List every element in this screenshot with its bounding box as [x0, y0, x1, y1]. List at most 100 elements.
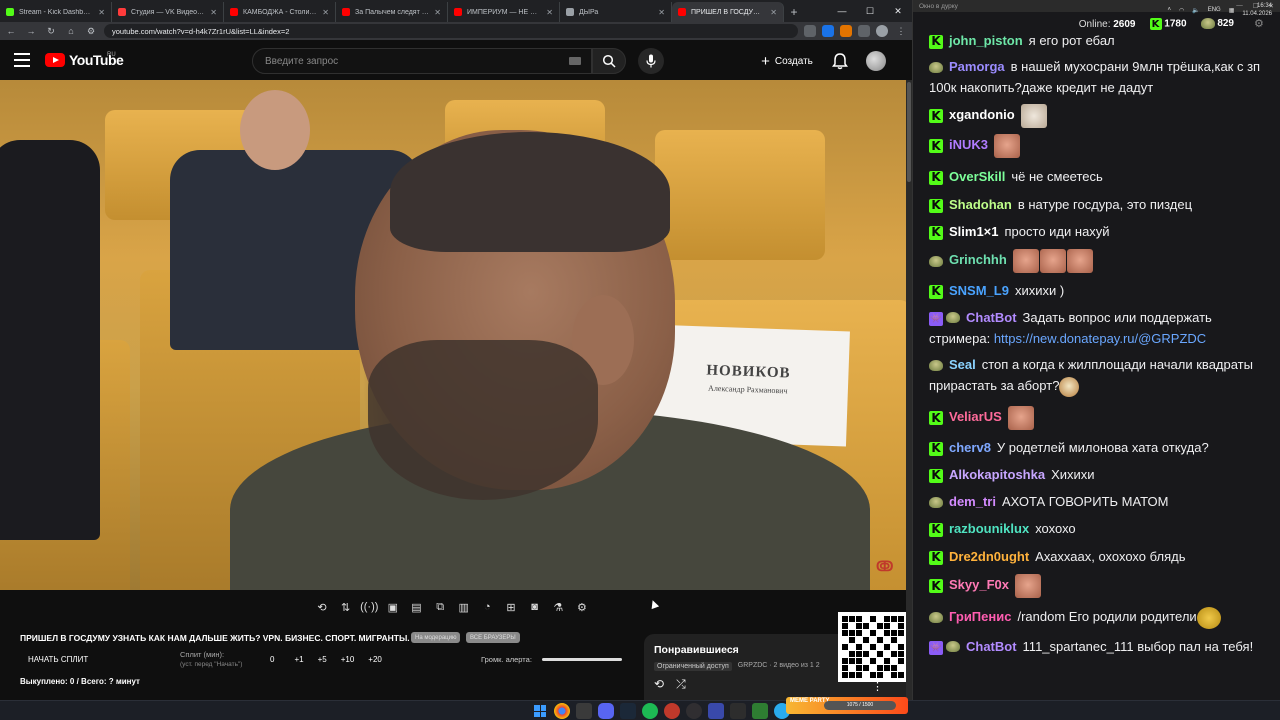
chat-username[interactable]: ГриПенис — [949, 609, 1011, 624]
site-info-icon[interactable]: ⚙ — [84, 24, 98, 38]
close-icon[interactable]: ✕ — [210, 8, 217, 17]
browser-menu-icon[interactable]: ⋮ — [894, 24, 908, 38]
reload-icon[interactable]: ↻ — [44, 24, 58, 38]
maximize-icon[interactable]: ☐ — [856, 0, 884, 22]
chat-username[interactable]: Pamorga — [949, 59, 1005, 74]
extension-icon[interactable] — [858, 25, 870, 37]
search-input[interactable]: Введите запрос — [252, 48, 592, 74]
split-option[interactable]: 0 — [270, 655, 274, 664]
browser-tab[interactable]: ИМПЕРИУМ — НЕ РОССИЯ✕ — [448, 2, 560, 22]
speed-gauge-icon[interactable]: ◔ — [479, 599, 495, 615]
shuffle-icon[interactable]: ⤮ — [676, 677, 686, 692]
terminal-icon[interactable] — [730, 703, 746, 719]
new-tab-button[interactable]: + — [784, 2, 804, 22]
chrome-icon[interactable] — [554, 703, 570, 719]
video-player[interactable]: НОВИКОВ Александр Рахманович ↂ — [0, 80, 906, 590]
split-option[interactable]: +1 — [294, 655, 303, 664]
close-window-icon[interactable]: ✕ — [884, 0, 912, 22]
extension-icon[interactable] — [840, 25, 852, 37]
meme-party-widget[interactable]: MEME PARTY 1075 / 1500 — [786, 697, 908, 714]
chat-username[interactable]: dem_tri — [949, 494, 996, 509]
browser-tab[interactable]: КАМБОДЖА - Столица Мир✕ — [224, 2, 336, 22]
obs-icon[interactable] — [686, 703, 702, 719]
media-player-icon[interactable] — [708, 703, 724, 719]
browser-tab[interactable]: За Палычем следят в реал✕ — [336, 2, 448, 22]
browser-tab[interactable]: ДЫРа ✕ — [560, 2, 672, 22]
clock[interactable]: 16:34 11.04.2026 — [1242, 2, 1272, 18]
volume-icon[interactable]: 🔈 — [1192, 7, 1199, 14]
network-icon[interactable]: ▦ — [1229, 7, 1235, 14]
subtitles-icon[interactable]: ▥ — [456, 599, 472, 615]
broadcast-icon[interactable]: ((·)) — [360, 599, 378, 615]
folder-icon[interactable] — [576, 703, 592, 719]
all-browsers-chip[interactable]: ВСЕ БРАУЗЕРЫ — [466, 632, 520, 643]
close-icon[interactable]: ✕ — [770, 8, 777, 17]
chat-username[interactable]: SNSM_L9 — [949, 283, 1009, 298]
split-option[interactable]: +5 — [318, 655, 327, 664]
loop-playlist-icon[interactable]: ⟲ — [654, 677, 664, 692]
minimize-icon[interactable]: — — [828, 0, 856, 22]
film-icon[interactable]: ▤ — [409, 599, 425, 615]
moderation-chip[interactable]: На модерацию — [411, 632, 461, 643]
create-button[interactable]: + Создать — [754, 48, 820, 74]
wifi-icon[interactable]: ◠ — [1179, 7, 1184, 14]
chat-username[interactable]: Skyy_F0x — [949, 577, 1009, 592]
donate-link[interactable]: https://new.donatepay.ru/@GRPZDC — [994, 331, 1206, 346]
steam-icon[interactable] — [620, 703, 636, 719]
chat-username[interactable]: Slim1×1 — [949, 224, 999, 239]
chat-username[interactable]: Seal — [949, 357, 976, 372]
app-icon[interactable] — [664, 703, 680, 719]
chevron-up-icon[interactable]: ˄ — [1167, 7, 1171, 13]
windows-start-icon[interactable] — [532, 703, 548, 719]
picture-in-picture-icon[interactable]: ⧉ — [432, 599, 448, 615]
search-button[interactable] — [592, 48, 626, 74]
browser-tab[interactable]: Студия — VK Видео Live ✕ — [112, 2, 224, 22]
profile-icon[interactable] — [876, 25, 888, 37]
chat-username[interactable]: VeliarUS — [949, 409, 1002, 424]
flask-icon[interactable]: ⚗ — [550, 599, 566, 615]
extension-icon[interactable] — [804, 25, 816, 37]
discord-icon[interactable] — [598, 703, 614, 719]
loop-icon[interactable]: ⟲ — [314, 599, 330, 615]
address-bar[interactable]: youtube.com/watch?v=d-h4k7Zr1rU&list=LL&… — [104, 24, 798, 38]
add-frame-icon[interactable]: ⊞ — [503, 599, 519, 615]
back-icon[interactable]: ← — [4, 24, 18, 38]
chat-username[interactable]: Shadohan — [949, 197, 1012, 212]
menu-icon[interactable] — [14, 53, 30, 67]
camera-icon[interactable]: ◙ — [527, 599, 543, 615]
browser-tab-active[interactable]: ПРИШЕЛ В ГОСДУМУ УЗ✕ — [672, 2, 784, 22]
chat-username[interactable]: xgandonio — [949, 107, 1015, 122]
close-icon[interactable]: ✕ — [658, 8, 665, 17]
chat-username[interactable]: OverSkill — [949, 169, 1005, 184]
chat-username[interactable]: ChatBot — [966, 639, 1017, 654]
chat-username[interactable]: ChatBot — [966, 310, 1017, 325]
avatar[interactable] — [866, 51, 886, 71]
home-icon[interactable]: ⌂ — [64, 24, 78, 38]
chat-username[interactable]: john_piston — [949, 33, 1023, 48]
close-icon[interactable]: ✕ — [322, 8, 329, 17]
chat-username[interactable]: iNUK3 — [949, 137, 988, 152]
close-icon[interactable]: ✕ — [98, 8, 105, 17]
language-indicator[interactable]: ENG — [1208, 7, 1221, 13]
browser-tab[interactable]: Stream - Kick Dashboard ✕ — [0, 2, 112, 22]
chat-username[interactable]: razbouniklux — [949, 521, 1029, 536]
start-split-button[interactable]: НАЧАТЬ СПЛИТ — [28, 655, 88, 664]
keyboard-icon[interactable] — [569, 57, 581, 65]
notifications-button[interactable] — [830, 51, 850, 71]
extension-icon[interactable] — [822, 25, 834, 37]
chat-username[interactable]: Alkokapitoshka — [949, 467, 1045, 482]
sort-icon[interactable]: ⇅ — [338, 599, 354, 615]
app-icon[interactable] — [752, 703, 768, 719]
split-option[interactable]: +20 — [368, 655, 382, 664]
chat-username[interactable]: Grinchhh — [949, 252, 1007, 267]
close-icon[interactable]: ✕ — [546, 8, 553, 17]
alert-volume-slider[interactable] — [542, 658, 622, 661]
close-icon[interactable]: ✕ — [434, 8, 441, 17]
forward-icon[interactable]: → — [24, 24, 38, 38]
screen-record-icon[interactable]: ▣ — [385, 599, 401, 615]
split-option[interactable]: +10 — [341, 655, 355, 664]
spotify-icon[interactable] — [642, 703, 658, 719]
voice-search-button[interactable] — [638, 48, 664, 74]
gear-icon[interactable]: ⚙ — [574, 599, 590, 615]
chat-username[interactable]: Dre2dn0ught — [949, 549, 1029, 564]
